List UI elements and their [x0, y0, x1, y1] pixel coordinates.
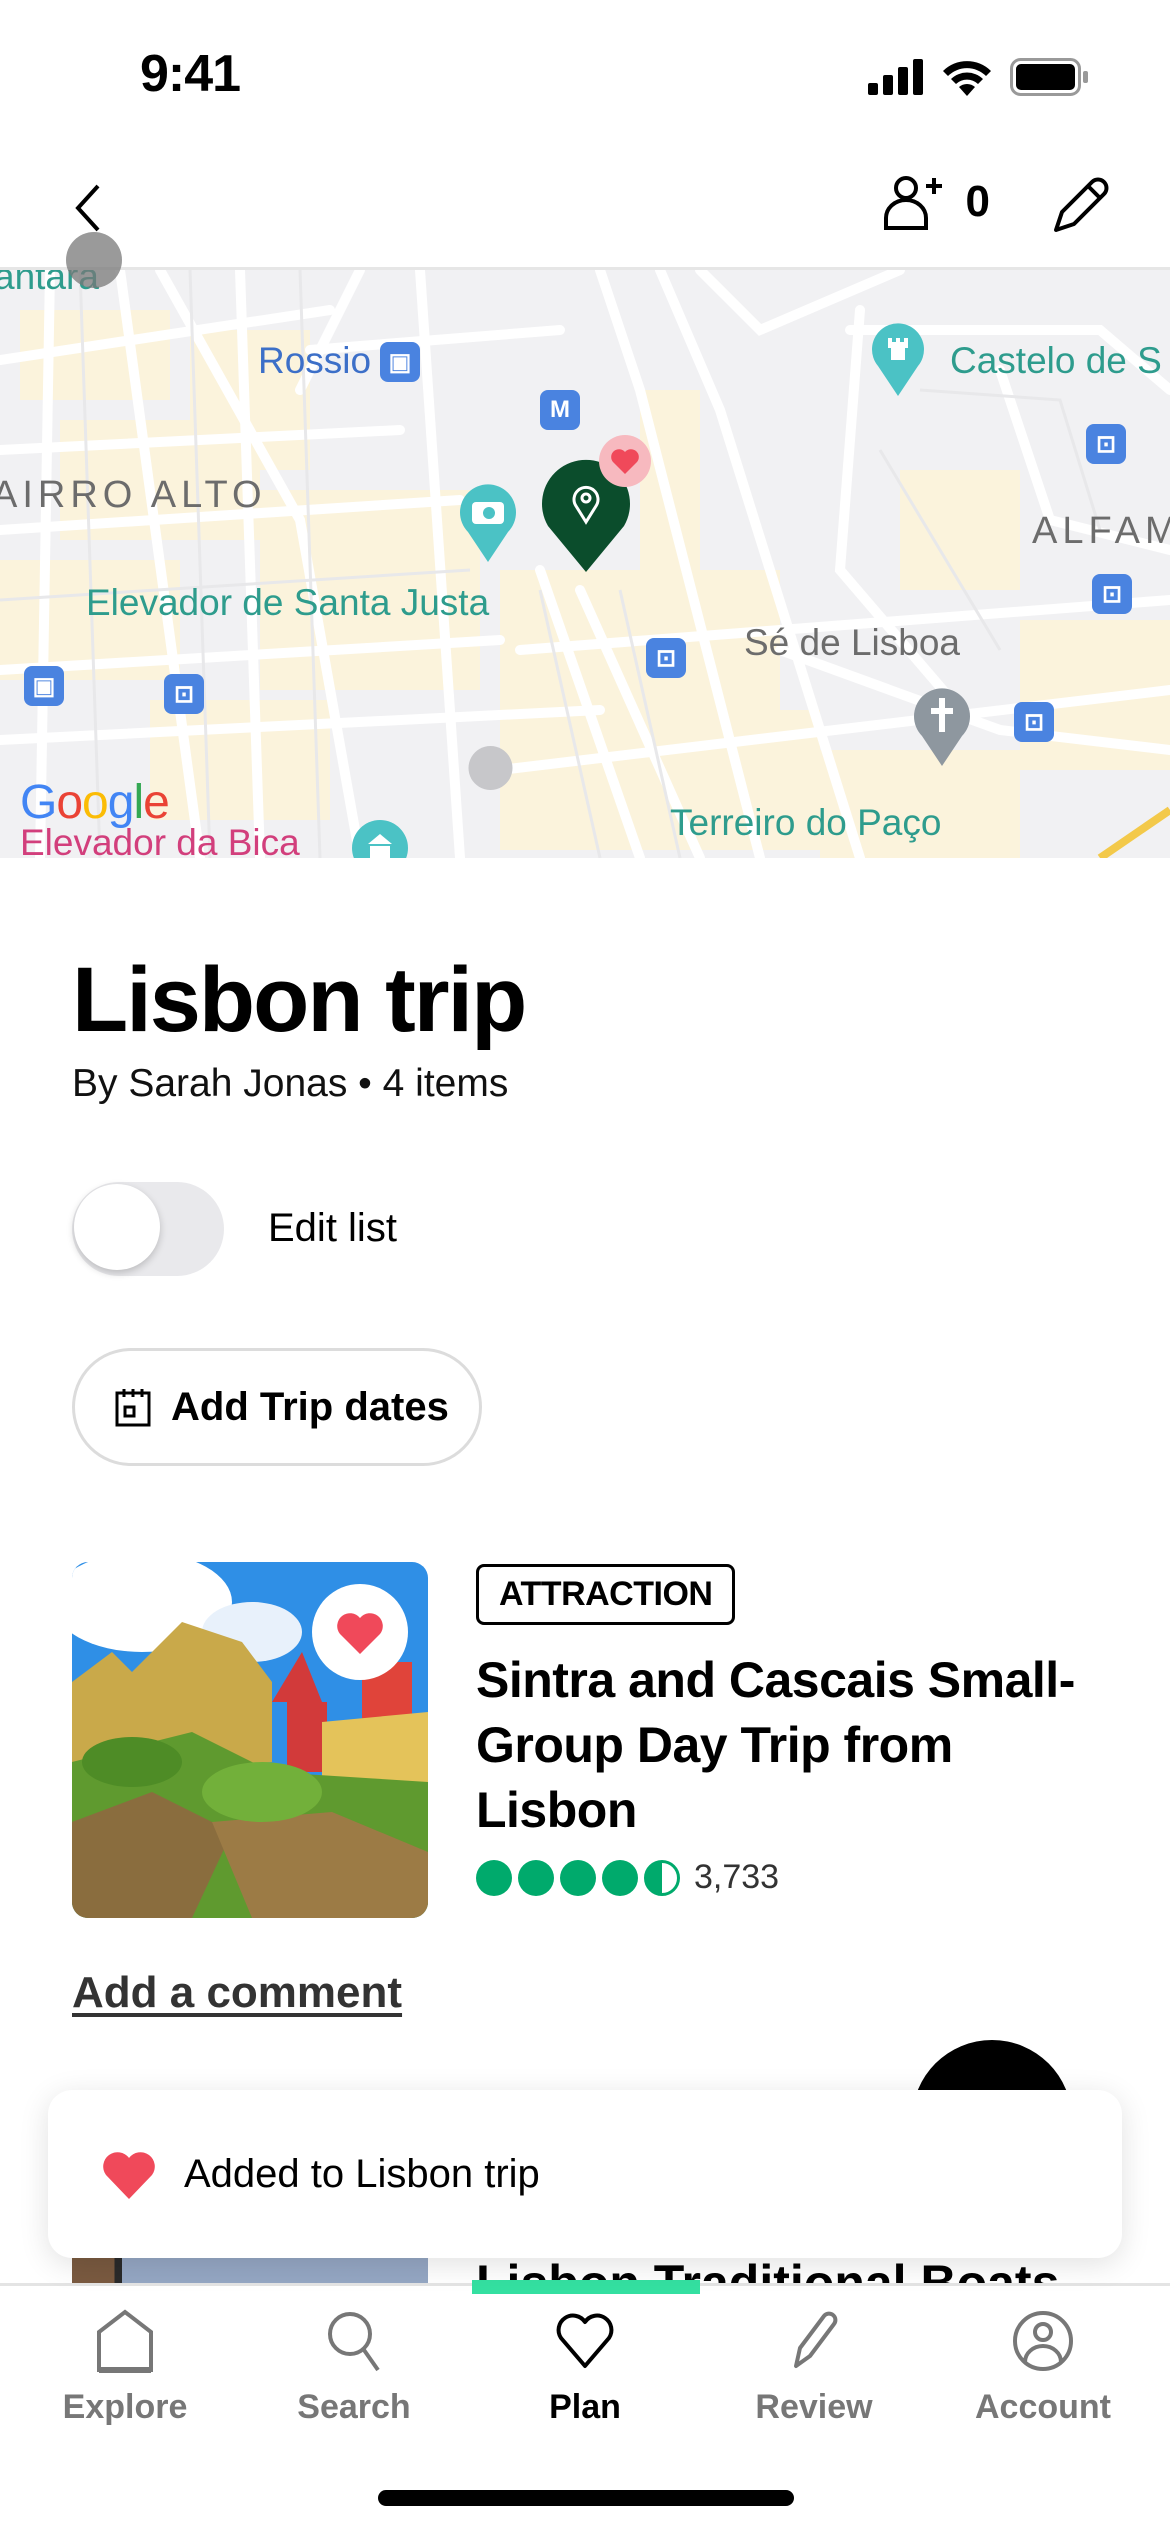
save-favorite-button[interactable]: [312, 1584, 408, 1680]
category-badge: ATTRACTION: [476, 1564, 736, 1625]
tab-label: Search: [297, 2388, 411, 2426]
tram-stop-icon[interactable]: ⊡: [164, 674, 204, 714]
signal-icon: [868, 59, 923, 95]
wifi-icon: [943, 61, 991, 96]
map-label-rossio[interactable]: Rossio: [258, 340, 371, 382]
tab-explore[interactable]: Explore: [25, 2308, 225, 2427]
pencil-icon: [1054, 177, 1109, 232]
edit-list-toggle[interactable]: [72, 1182, 224, 1276]
train-station-icon[interactable]: ▣: [380, 342, 420, 382]
add-trip-dates-button[interactable]: Add Trip dates: [72, 1348, 482, 1466]
trip-meta: By Sarah Jonas • 4 items: [72, 1062, 509, 1105]
map-label-santa-justa[interactable]: Elevador de Santa Justa: [86, 582, 489, 624]
chevron-left-icon: [75, 184, 100, 232]
map[interactable]: antara Rossio ▣ M AIRRO ALTO ALFAM Caste…: [0, 270, 1170, 858]
toast-notification: Added to Lisbon trip: [48, 2090, 1122, 2258]
heart-badge-icon: [599, 435, 651, 487]
tram-stop-icon[interactable]: ⊡: [1086, 424, 1126, 464]
collaborator-count: 0: [965, 177, 990, 226]
home-icon: [97, 2309, 153, 2373]
edit-trip-button[interactable]: [1050, 176, 1110, 236]
item-title[interactable]: Sintra and Cascais Small-Group Day Trip …: [476, 1648, 1116, 1843]
tab-label: Review: [755, 2388, 873, 2426]
toggle-knob: [74, 1184, 160, 1270]
item-photo[interactable]: [72, 1562, 428, 1918]
castle-poi-icon[interactable]: [870, 320, 926, 396]
tram-stop-icon[interactable]: ⊡: [1014, 702, 1054, 742]
rating-bubble-full: [476, 1859, 512, 1896]
heart-icon: [556, 2313, 614, 2368]
review-count: 3,733: [694, 1858, 780, 1896]
nav-header: 0: [0, 150, 1170, 270]
toast-text: Added to Lisbon trip: [184, 2151, 540, 2196]
add-person-icon: [883, 176, 942, 230]
map-label-bica[interactable]: Elevador da Bica: [20, 822, 300, 858]
tab-label: Explore: [62, 2388, 188, 2426]
rating-bubble-full: [602, 1859, 638, 1896]
metro-icon[interactable]: M: [540, 390, 580, 430]
heart-icon: [337, 1613, 383, 1654]
funicular-icon[interactable]: ▣: [24, 666, 64, 706]
tram-stop-icon[interactable]: ⊡: [646, 638, 686, 678]
map-label-bairro-alto: AIRRO ALTO: [0, 474, 267, 516]
account-icon: [1013, 2311, 1073, 2371]
tab-plan[interactable]: Plan: [485, 2308, 685, 2427]
church-poi-icon[interactable]: [912, 686, 972, 766]
tab-search[interactable]: Search: [254, 2308, 454, 2427]
add-comment-link[interactable]: Add a comment: [72, 1968, 402, 2018]
tab-review[interactable]: Review: [714, 2308, 914, 2427]
tab-label: Account: [975, 2388, 1111, 2426]
status-icons: [868, 58, 1090, 96]
tab-account[interactable]: Account: [943, 2308, 1143, 2427]
map-label-alfama: ALFAM: [1032, 510, 1170, 552]
edit-list-label: Edit list: [268, 1206, 397, 1250]
touch-indicator: [66, 232, 122, 288]
add-collaborator-button[interactable]: 0: [882, 174, 990, 230]
heart-icon: [103, 2152, 155, 2199]
rating-bubble-full: [518, 1859, 554, 1896]
map-label-se-lisboa[interactable]: Sé de Lisboa: [744, 622, 960, 664]
add-trip-dates-label: Add Trip dates: [171, 1384, 449, 1429]
rating-bubble-full: [560, 1859, 596, 1896]
back-button[interactable]: [60, 178, 120, 238]
status-time: 9:41: [140, 45, 241, 103]
trip-title: Lisbon trip: [72, 949, 527, 1051]
museum-poi-icon[interactable]: [350, 818, 410, 858]
active-tab-indicator: [472, 2280, 700, 2294]
camera-poi-icon[interactable]: [458, 482, 518, 562]
tram-stop-icon[interactable]: ⊡: [1092, 574, 1132, 614]
map-label-castelo[interactable]: Castelo de S: [950, 340, 1162, 382]
battery-icon: [1010, 58, 1088, 96]
calendar-icon: [115, 1389, 151, 1427]
home-indicator[interactable]: [378, 2490, 794, 2506]
pencil-icon: [794, 2311, 838, 2368]
rating-bubble-half: [644, 1859, 680, 1896]
search-icon: [328, 2312, 380, 2372]
status-bar: 9:41: [0, 0, 1170, 150]
tab-label: Plan: [549, 2388, 621, 2426]
map-label-terreiro[interactable]: Terreiro do Paço: [670, 802, 941, 844]
rating-bubbles: 3,733: [476, 1858, 779, 1897]
